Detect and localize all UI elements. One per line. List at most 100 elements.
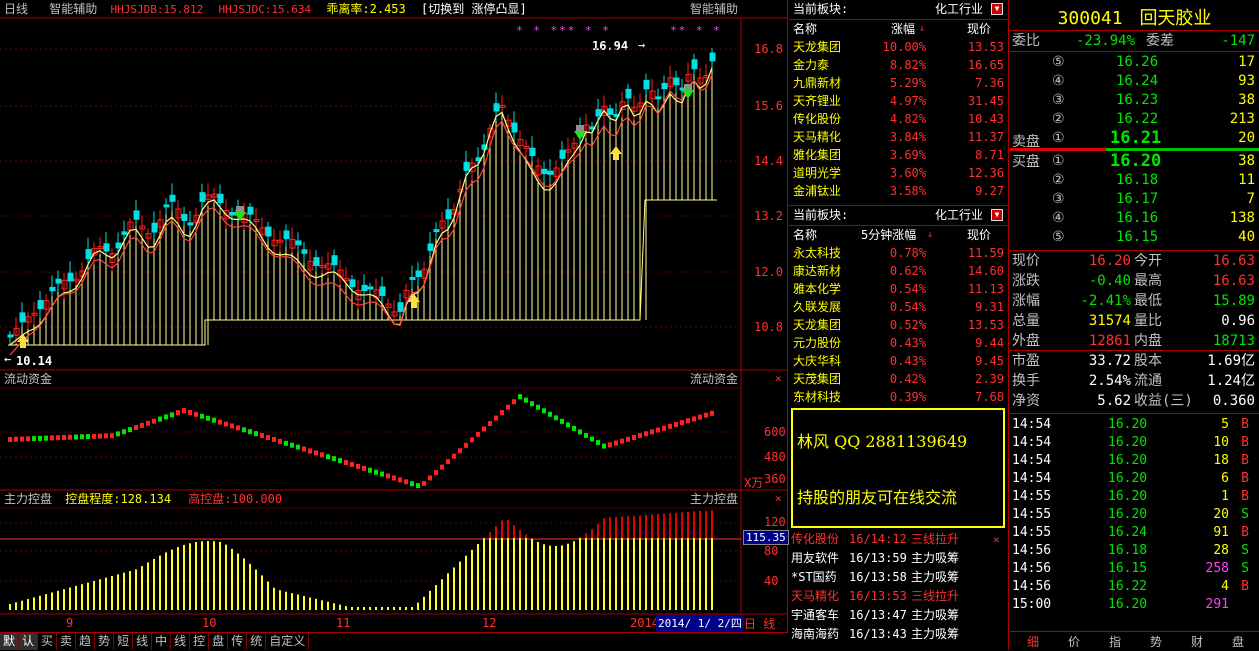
quote-tab[interactable]: 价: [1059, 633, 1089, 650]
alert-row[interactable]: 天马精化 16/13:53 三线拉升: [789, 587, 994, 605]
buy-order-row[interactable]: ④ 16.16 138: [1010, 209, 1259, 227]
alert-time: 16/13:58: [849, 570, 907, 584]
stat-value: 18713: [1212, 333, 1255, 349]
sector-stock-row[interactable]: 东材科技 0.39% 7.68: [789, 388, 1008, 406]
sector-stock-row[interactable]: 康达新材 0.62% 14.60: [789, 262, 1008, 280]
sector-stock-row[interactable]: 金浦钛业 3.58% 9.27: [789, 182, 1008, 200]
bottom-tab[interactable]: 买: [38, 633, 58, 650]
alert-row[interactable]: 海南海药 16/13:43 主力吸筹: [789, 625, 994, 643]
stock-change: 0.39%: [889, 390, 926, 404]
bottom-tab[interactable]: 自定义: [266, 633, 310, 650]
stock-price: 7.36: [975, 76, 1004, 90]
sell-order-row[interactable]: ⑤ 16.26 17: [1010, 53, 1259, 71]
sector-stock-row[interactable]: 传化股份 4.82% 10.43: [789, 110, 1008, 128]
stat-value: 2.54%: [1088, 373, 1131, 389]
order-level: ③: [1052, 191, 1065, 207]
quote-tab[interactable]: 细: [1018, 633, 1048, 650]
alert-row[interactable]: *ST国药 16/13:58 主力吸筹: [789, 568, 994, 586]
alert-row[interactable]: 宇通客车 16/13:47 主力吸筹: [789, 606, 994, 624]
alert-event: 三线拉升: [911, 532, 960, 546]
sector-stock-row[interactable]: 九鼎新材 5.29% 7.36: [789, 74, 1008, 92]
bottom-tab[interactable]: 传: [228, 633, 248, 650]
control-bars: [9, 510, 713, 610]
chart-area[interactable]: 日线 智能辅助 HHJSJDB:15.812 HHJSJDC:15.634 乖离…: [0, 0, 789, 632]
bottom-tab[interactable]: 趋: [76, 633, 96, 650]
stock-name: 回天胶业: [1139, 8, 1212, 29]
sector2-industry[interactable]: 化工行业: [935, 206, 983, 224]
quote-tab[interactable]: 势: [1141, 633, 1171, 650]
bottom-tab[interactable]: 线: [171, 633, 191, 650]
sector-stock-row[interactable]: 天龙集团 10.00% 13.53: [789, 38, 1008, 56]
col-price[interactable]: 现价: [967, 226, 991, 244]
tick-side: S: [1241, 561, 1249, 576]
sector-stock-row[interactable]: 雅化集团 3.69% 8.71: [789, 146, 1008, 164]
bottom-tab-bar: 默认买卖趋势短线中线控盘传统自定义: [0, 632, 788, 651]
x-axis-label: 12: [482, 616, 497, 630]
period-switch[interactable]: 日 线: [744, 615, 775, 632]
sector-stock-row[interactable]: 道明光学 3.60% 12.36: [789, 164, 1008, 182]
order-price: 16.26: [1116, 54, 1159, 70]
stock-change: 4.82%: [889, 112, 926, 126]
col-price[interactable]: 现价: [967, 20, 991, 38]
bottom-tab[interactable]: 盘: [209, 633, 229, 650]
buy-order-row[interactable]: ① 16.20 38: [1010, 152, 1259, 170]
sector-stock-row[interactable]: 天齐锂业 4.97% 31.45: [789, 92, 1008, 110]
col-name[interactable]: 名称: [793, 226, 817, 244]
stock-name: 金浦钛业: [793, 184, 842, 198]
sector-stock-row[interactable]: 天茂集团 0.42% 2.39: [789, 370, 1008, 388]
dropdown-arrow-icon[interactable]: ▼: [991, 3, 1003, 15]
bottom-tab[interactable]: 认: [19, 633, 39, 650]
stock-price: 9.44: [975, 336, 1004, 350]
tick-row: 15:00 16.20 291: [1010, 596, 1259, 614]
alert-row[interactable]: 传化股份 16/14:12 三线拉升: [789, 530, 994, 548]
bottom-tab[interactable]: 势: [95, 633, 115, 650]
sector1-industry[interactable]: 化工行业: [935, 0, 983, 18]
buy-order-row[interactable]: ⑤ 16.15 40: [1010, 228, 1259, 246]
tick-time: 14:54: [1012, 471, 1052, 486]
buy-order-row[interactable]: ② 16.18 11: [1010, 171, 1259, 189]
sell-order-row[interactable]: ② 16.22 213: [1010, 110, 1259, 128]
tick-side: B: [1241, 525, 1249, 540]
chart-canvas[interactable]: [0, 0, 787, 632]
order-volume: 138: [1229, 210, 1255, 226]
bottom-tab[interactable]: 短: [114, 633, 134, 650]
tick-side: S: [1241, 543, 1249, 558]
bottom-tab[interactable]: 控: [190, 633, 210, 650]
quote-tab[interactable]: 财: [1182, 633, 1212, 650]
tick-price: 16.24: [1108, 525, 1148, 540]
quote-tab[interactable]: 盘: [1223, 633, 1253, 650]
bottom-tab[interactable]: 中: [152, 633, 172, 650]
col-name[interactable]: 名称: [793, 20, 817, 38]
sell-order-row[interactable]: ③ 16.23 38: [1010, 91, 1259, 109]
bottom-tab[interactable]: 线: [133, 633, 153, 650]
col-change[interactable]: 涨幅: [891, 20, 915, 38]
sector-stock-row[interactable]: 金力泰 8.82% 16.65: [789, 56, 1008, 74]
sector-stock-row[interactable]: 雅本化学 0.54% 11.13: [789, 280, 1008, 298]
flow-close-icon[interactable]: ×: [775, 372, 782, 385]
buy-order-row[interactable]: ③ 16.17 7: [1010, 190, 1259, 208]
bottom-tab[interactable]: 默: [0, 633, 20, 650]
x-axis-label: 2014: [630, 616, 659, 630]
bottom-tab[interactable]: 卖: [57, 633, 77, 650]
sell-order-row[interactable]: ① 16.21 20: [1010, 129, 1259, 147]
wc-value: -147: [1221, 33, 1255, 49]
sector-stock-row[interactable]: 天马精化 3.84% 11.37: [789, 128, 1008, 146]
sector-stock-row[interactable]: 久联发展 0.54% 9.31: [789, 298, 1008, 316]
col-5min-change[interactable]: 5分钟涨幅: [861, 226, 916, 244]
sell-order-row[interactable]: ④ 16.24 93: [1010, 72, 1259, 90]
dropdown-arrow-icon[interactable]: ▼: [991, 209, 1003, 221]
stock-name: 天龙集团: [793, 40, 842, 54]
stock-name: 东材科技: [793, 390, 842, 404]
stock-price: 7.68: [975, 390, 1004, 404]
sector-stock-row[interactable]: 永太科技 0.78% 11.59: [789, 244, 1008, 262]
control-current-value: 115.35: [743, 530, 789, 545]
control-close-icon[interactable]: ×: [775, 492, 782, 505]
alert-row[interactable]: 用友软件 16/13:59 主力吸筹: [789, 549, 994, 567]
bottom-tab[interactable]: 统: [247, 633, 267, 650]
sector-stock-row[interactable]: 元力股份 0.43% 9.44: [789, 334, 1008, 352]
sector-stock-row[interactable]: 大庆华科 0.43% 9.45: [789, 352, 1008, 370]
sector-stock-row[interactable]: 天龙集团 0.52% 13.53: [789, 316, 1008, 334]
quote-tab[interactable]: 指: [1100, 633, 1130, 650]
tick-price: 16.15: [1108, 561, 1148, 576]
stat-label: 最高: [1134, 273, 1162, 289]
